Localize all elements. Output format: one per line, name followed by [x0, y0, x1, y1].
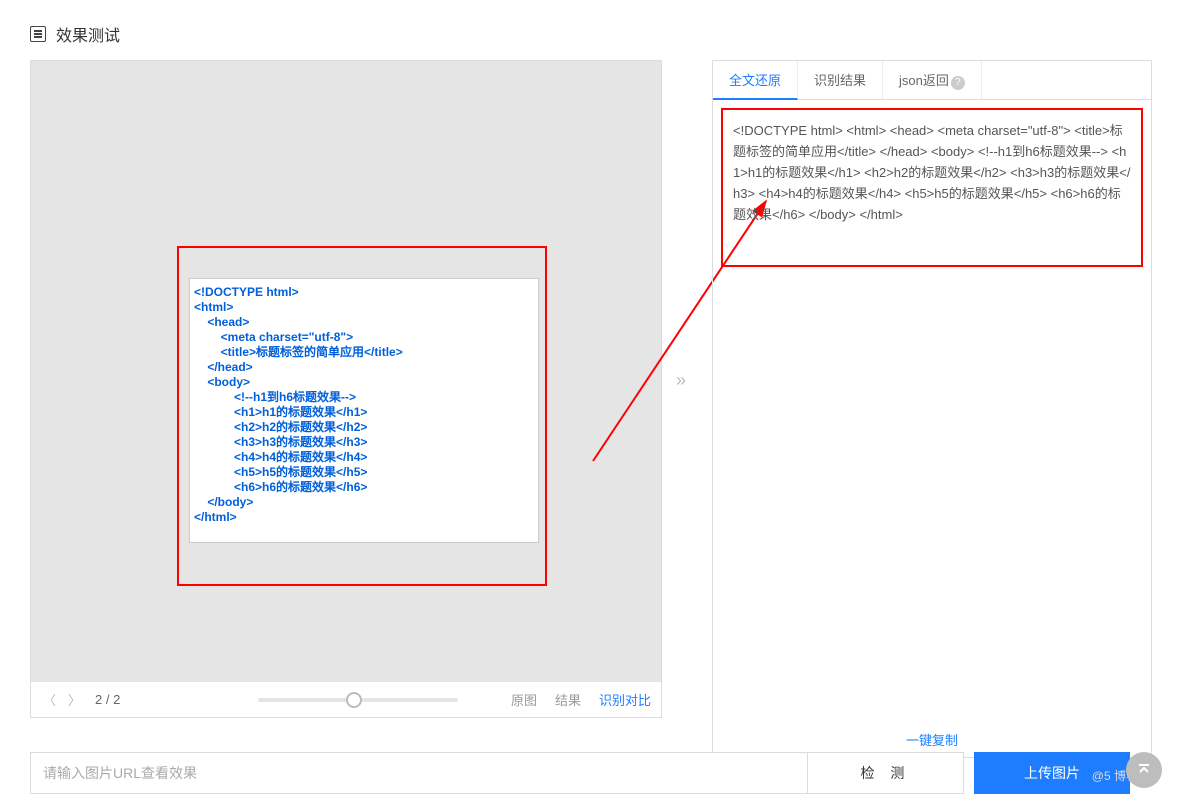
expand-chevron-icon[interactable]: »	[676, 370, 686, 391]
tab-recognize-result[interactable]: 识别结果	[798, 61, 883, 100]
page-title: 效果测试	[56, 22, 120, 46]
tab-json-return[interactable]: json返回?	[883, 61, 982, 100]
tab-json-label: json返回	[899, 73, 949, 88]
tabs-filler	[982, 61, 1151, 100]
mode-compare[interactable]: 识别对比	[599, 690, 651, 709]
url-bar: 检 测 上传图片	[30, 752, 1130, 794]
highlight-box-source: <!DOCTYPE html> <html> <head> <meta char…	[177, 246, 547, 586]
highlight-box-result: <!DOCTYPE html> <html> <head> <meta char…	[721, 108, 1143, 267]
result-body: <!DOCTYPE html> <html> <head> <meta char…	[712, 100, 1152, 758]
right-panel: 全文还原 识别结果 json返回? <!DOCTYPE html> <html>…	[712, 60, 1152, 758]
zoom-slider-thumb[interactable]	[346, 692, 362, 708]
upload-button[interactable]: 上传图片	[974, 752, 1130, 794]
preview-footer: 〈 〉 2 / 2 原图 结果 识别对比	[31, 681, 661, 717]
code-image: <!DOCTYPE html> <html> <head> <meta char…	[189, 278, 539, 543]
result-text: <!DOCTYPE html> <html> <head> <meta char…	[733, 120, 1131, 225]
next-page-button[interactable]: 〉	[66, 690, 83, 709]
prev-page-button[interactable]: 〈	[41, 690, 58, 709]
help-icon[interactable]: ?	[951, 76, 965, 90]
scroll-to-top-button[interactable]	[1126, 752, 1162, 788]
preview-mode-links: 原图 结果 识别对比	[511, 690, 651, 709]
zoom-slider[interactable]	[258, 698, 458, 702]
arrow-up-icon	[1137, 763, 1151, 777]
copy-row: 一键复制	[713, 730, 1151, 749]
page-header: 效果测试	[0, 0, 1184, 60]
result-tabs: 全文还原 识别结果 json返回?	[712, 60, 1152, 100]
mode-result[interactable]: 结果	[555, 690, 581, 709]
tab-full-restore[interactable]: 全文还原	[713, 61, 798, 100]
detect-button[interactable]: 检 测	[808, 752, 964, 794]
url-input[interactable]	[30, 752, 808, 794]
preview-frame: <!DOCTYPE html> <html> <head> <meta char…	[30, 60, 662, 718]
page-indicator: 2 / 2	[95, 692, 120, 707]
mode-original[interactable]: 原图	[511, 690, 537, 709]
left-panel: <!DOCTYPE html> <html> <head> <meta char…	[30, 60, 662, 758]
main-row: <!DOCTYPE html> <html> <head> <meta char…	[0, 60, 1184, 758]
copy-button[interactable]: 一键复制	[906, 733, 958, 748]
header-icon	[30, 26, 46, 42]
